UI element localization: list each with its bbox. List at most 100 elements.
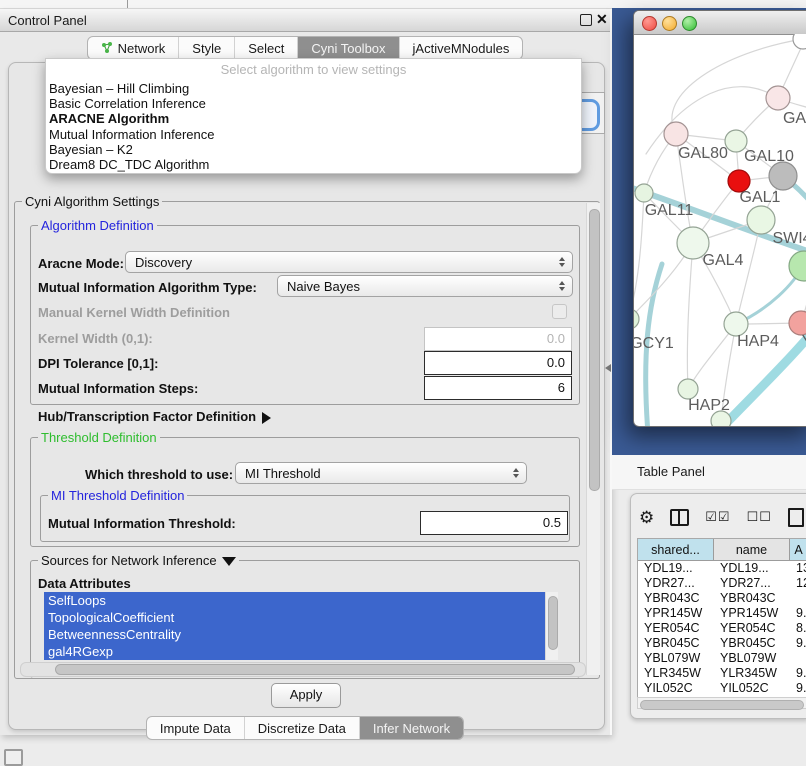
control-panel-title: Control Panel (8, 13, 87, 28)
column-header-A[interactable]: A (790, 539, 806, 560)
tab-select[interactable]: Select (235, 37, 298, 59)
network-node[interactable] (634, 309, 639, 329)
top-strip-divider (127, 0, 128, 8)
data-attribute-item[interactable]: SelfLoops (44, 592, 558, 609)
network-node[interactable] (635, 184, 653, 202)
bottom-tabbar: Impute Data Discretize Data Infer Network (0, 716, 610, 740)
minimize-traffic-icon[interactable] (662, 16, 677, 31)
algorithm-option[interactable]: Bayesian – K2 (49, 142, 569, 157)
cell-shared: YPR145W (638, 606, 714, 621)
cell-name: YLR345W (714, 666, 790, 681)
network-node[interactable] (664, 122, 688, 146)
network-edge[interactable] (646, 87, 778, 154)
tab-impute-data[interactable]: Impute Data (147, 717, 245, 739)
tab-discretize-data[interactable]: Discretize Data (245, 717, 360, 739)
algorithm-option[interactable]: Bayesian – Hill Climbing (49, 81, 569, 96)
export-file-icon[interactable] (788, 508, 804, 527)
mi-type-select[interactable]: Naive Bayes (277, 275, 573, 297)
node-label-HAP4: HAP4 (737, 333, 779, 350)
hub-definition-label: Hub/Transcription Factor Definition (38, 409, 256, 424)
settings-horizontal-scrollbar[interactable] (20, 662, 586, 677)
network-icon (101, 42, 113, 54)
float-window-icon[interactable] (580, 14, 592, 26)
dpi-tolerance-label: DPI Tolerance [0,1]: (38, 356, 158, 371)
threshold-definition-title: Threshold Definition (38, 430, 160, 445)
tab-label: Discretize Data (258, 721, 346, 736)
table-row[interactable]: YPR145WYPR145W9. (638, 606, 806, 621)
column-header-shared[interactable]: shared... (638, 539, 714, 560)
data-attribute-item[interactable]: BetweennessCentrality (44, 626, 558, 643)
network-node[interactable] (766, 86, 790, 110)
algorithm-option[interactable]: Mutual Information Inference (49, 127, 569, 142)
minimized-panel-icon[interactable] (4, 749, 23, 766)
table-row[interactable]: YDL19...YDL19...13 (638, 561, 806, 576)
node-label-GAL4: GAL4 (703, 252, 744, 269)
table-horizontal-scrollbar[interactable] (637, 697, 806, 709)
network-node[interactable] (789, 311, 806, 335)
sources-group-toggle[interactable]: Sources for Network Inference (38, 553, 239, 568)
data-attributes-list[interactable]: SelfLoopsTopologicalCoefficientBetweenne… (44, 592, 558, 660)
table-panel-title: Table Panel (637, 464, 705, 479)
cell-name: YIL052C (714, 681, 790, 696)
data-attribute-item[interactable]: gal4RGexp (44, 643, 558, 660)
zoom-traffic-icon[interactable] (682, 16, 697, 31)
aracne-mode-select[interactable]: Discovery (125, 251, 573, 273)
settings-vertical-scrollbar[interactable] (586, 203, 600, 675)
spinner-icon (559, 257, 565, 267)
kernel-width-field[interactable]: 0.0 (424, 327, 572, 351)
tab-jactivemnodules[interactable]: jActiveMNodules (400, 37, 523, 59)
tab-label: Select (248, 41, 284, 56)
network-window[interactable]: GALGAL80GAL10GAL1SWI4GAL11GAL4GCY1HAP4YH… (633, 10, 806, 427)
columns-icon[interactable] (670, 509, 689, 526)
table-row[interactable]: YBR043CYBR043C (638, 591, 806, 606)
node-label-GAL: GAL (783, 110, 806, 127)
network-node[interactable] (678, 379, 698, 399)
node-table[interactable]: shared...nameA YDL19...YDL19...13YDR27..… (637, 538, 806, 698)
network-node[interactable] (747, 206, 775, 234)
divider-collapse-icon[interactable] (605, 364, 611, 372)
cell-val: 13 (790, 561, 806, 576)
tab-style[interactable]: Style (179, 37, 235, 59)
attr-list-vertical-scrollbar[interactable] (545, 592, 558, 660)
tab-cyni-toolbox[interactable]: Cyni Toolbox (298, 37, 399, 59)
algorithm-option[interactable]: Dream8 DC_TDC Algorithm (49, 157, 569, 172)
node-label-SWI4: SWI4 (772, 230, 806, 247)
network-canvas[interactable]: GALGAL80GAL10GAL1SWI4GAL11GAL4GCY1HAP4YH… (634, 34, 806, 426)
network-edge[interactable] (634, 193, 644, 320)
select-all-checks-icon[interactable]: ☑☑ (705, 509, 730, 525)
dpi-tolerance-field[interactable]: 0.0 (424, 351, 572, 375)
table-row[interactable]: YER054CYER054C8. (638, 621, 806, 636)
table-row[interactable]: YBL079WYBL079W (638, 651, 806, 666)
network-window-titlebar[interactable] (634, 11, 806, 35)
deselect-all-checks-icon[interactable]: ☐☐ (747, 509, 772, 525)
gear-icon[interactable]: ⚙ (639, 509, 654, 526)
table-row[interactable]: YLR345WYLR345W9. (638, 666, 806, 681)
network-node[interactable] (789, 251, 806, 281)
table-row[interactable]: YIL052CYIL052C9. (638, 681, 806, 696)
close-traffic-icon[interactable] (642, 16, 657, 31)
mi-steps-label: Mutual Information Steps: (38, 381, 198, 396)
which-threshold-select[interactable]: MI Threshold (235, 462, 527, 484)
apply-button[interactable]: Apply (271, 683, 341, 708)
network-edge[interactable] (687, 243, 693, 389)
mi-threshold-field[interactable]: 0.5 (420, 511, 568, 535)
spinner-icon (559, 281, 565, 291)
hub-definition-toggle[interactable]: Hub/Transcription Factor Definition (38, 409, 271, 424)
tab-network[interactable]: Network (88, 37, 180, 59)
node-label-GCY1: GCY1 (634, 335, 674, 352)
close-icon[interactable]: ✕ (596, 11, 608, 28)
column-header-name[interactable]: name (714, 539, 790, 560)
network-node[interactable] (793, 34, 806, 49)
manual-kernel-checkbox[interactable] (552, 304, 567, 319)
table-row[interactable]: YDR27...YDR27...12 (638, 576, 806, 591)
tab-infer-network[interactable]: Infer Network (360, 717, 463, 739)
network-node[interactable] (769, 162, 797, 190)
algorithm-option[interactable]: Basic Correlation Inference (49, 96, 569, 111)
algorithm-dropdown[interactable]: Select algorithm to view settings Bayesi… (45, 58, 582, 174)
manual-kernel-label: Manual Kernel Width Definition (38, 305, 230, 320)
network-edge[interactable] (736, 220, 761, 324)
mi-steps-field[interactable]: 6 (424, 376, 572, 400)
algorithm-option[interactable]: ARACNE Algorithm (49, 111, 569, 126)
table-row[interactable]: YBR045CYBR045C9. (638, 636, 806, 651)
data-attribute-item[interactable]: TopologicalCoefficient (44, 609, 558, 626)
